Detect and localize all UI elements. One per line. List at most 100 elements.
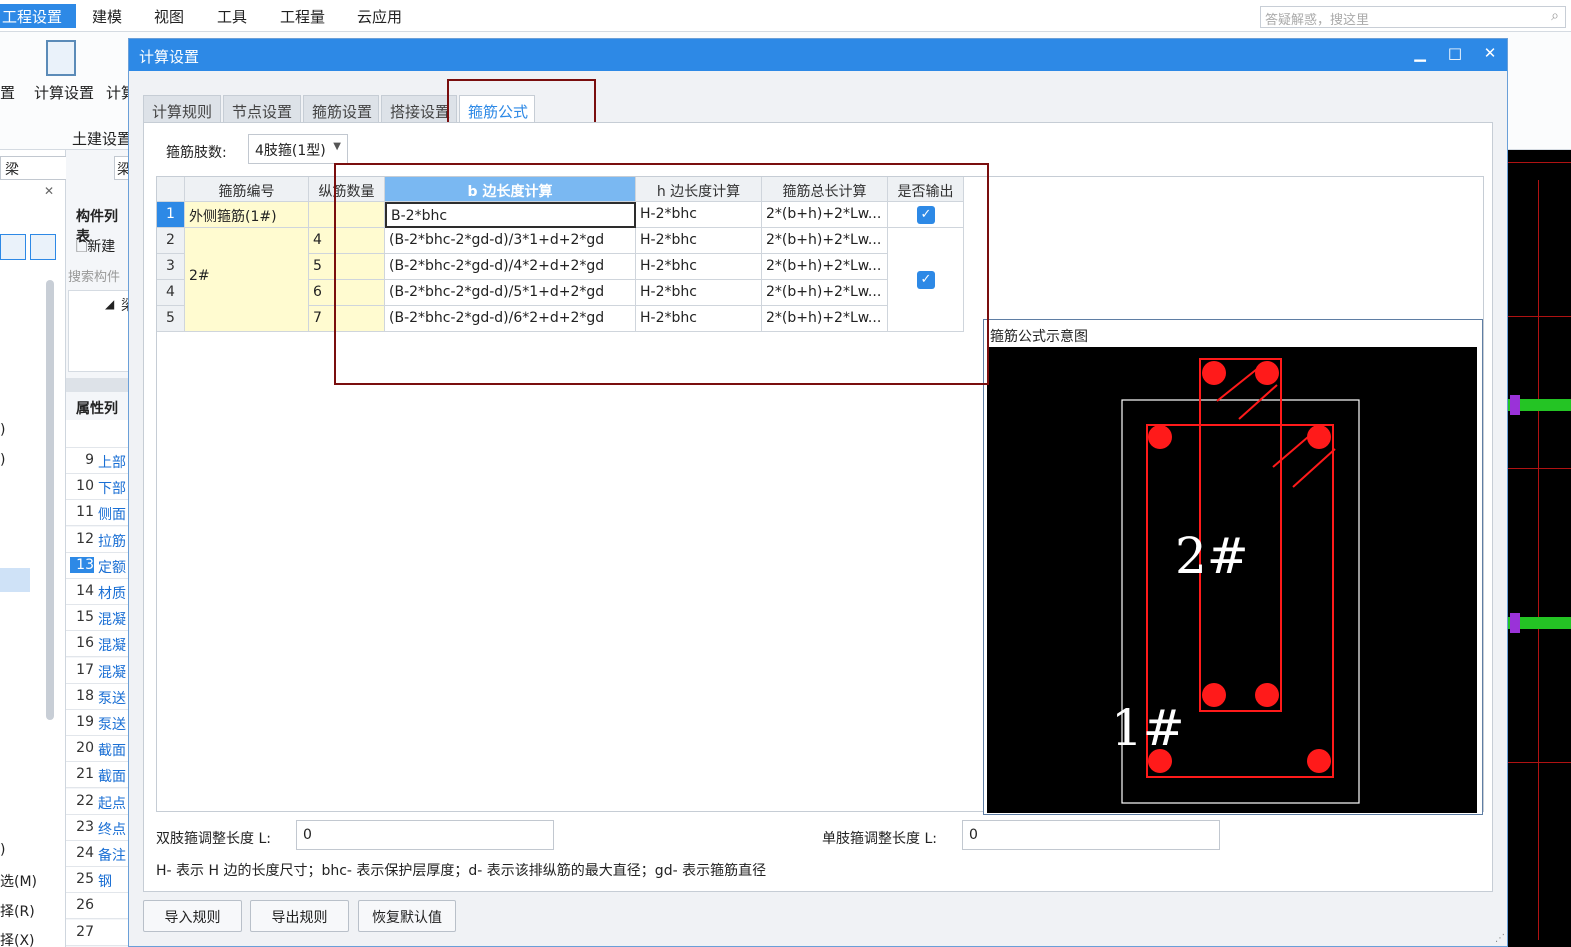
single-leg-input[interactable]: 0 bbox=[962, 820, 1220, 850]
property-row[interactable]: 18 泵送 bbox=[66, 683, 130, 710]
side-label: ) bbox=[0, 452, 6, 468]
stirrup-legs-select[interactable]: 4肢箍(1型) ▼ bbox=[248, 134, 348, 164]
property-name[interactable]: 截面 bbox=[98, 766, 126, 786]
property-name[interactable]: 混凝 bbox=[98, 635, 126, 655]
property-row[interactable]: 9 上部 bbox=[66, 448, 130, 474]
tab-stirrup-settings[interactable]: 箍筋设置 bbox=[303, 95, 379, 123]
component-search-input[interactable]: 搜索构件 bbox=[68, 266, 130, 288]
property-row[interactable]: 24 备注 bbox=[66, 841, 130, 867]
property-row[interactable]: 11 侧面 bbox=[66, 500, 130, 527]
calc-settings-icon[interactable] bbox=[46, 40, 76, 76]
property-name[interactable]: 泵送 bbox=[98, 714, 126, 734]
export-rules-button[interactable]: 导出规则 bbox=[250, 900, 349, 932]
row-number[interactable]: 3 bbox=[157, 254, 185, 280]
property-row[interactable]: 19 泵送 bbox=[66, 710, 130, 736]
stirrup-legs-value: 4肢箍(1型) bbox=[255, 143, 326, 159]
property-row-number: 21 bbox=[76, 766, 94, 783]
property-name[interactable]: 定额 bbox=[98, 557, 126, 577]
property-name[interactable]: 下部 bbox=[98, 478, 126, 498]
property-name[interactable]: 拉筋 bbox=[98, 531, 126, 551]
property-row[interactable]: 16 混凝 bbox=[66, 631, 130, 658]
property-row[interactable]: 21 截面 bbox=[66, 762, 130, 789]
card-view-icon[interactable] bbox=[30, 234, 56, 260]
menu-cloud[interactable]: 云应用 bbox=[357, 6, 402, 27]
rebar-point bbox=[1307, 749, 1331, 773]
menu-modeling[interactable]: 建模 bbox=[92, 6, 122, 27]
property-name[interactable]: 钢 bbox=[98, 871, 112, 891]
rebar-point bbox=[1307, 425, 1331, 449]
menu-view[interactable]: 视图 bbox=[154, 6, 184, 27]
stirrup-id-cell[interactable]: 2# bbox=[185, 228, 309, 332]
row-number[interactable]: 5 bbox=[157, 306, 185, 332]
dialog-titlebar[interactable]: 计算设置 ▁ □ ✕ bbox=[129, 39, 1507, 71]
splitter[interactable] bbox=[66, 378, 130, 392]
property-row[interactable]: 13 定额 bbox=[66, 552, 130, 579]
import-rules-button[interactable]: 导入规则 bbox=[143, 900, 242, 932]
maximize-icon[interactable]: □ bbox=[1444, 44, 1466, 66]
tab-lap-settings[interactable]: 搭接设置 bbox=[381, 95, 457, 123]
property-name[interactable]: 终点 bbox=[98, 819, 126, 839]
property-row[interactable]: 25 钢 bbox=[66, 867, 130, 894]
property-row[interactable]: 23 终点 bbox=[66, 814, 130, 841]
property-row[interactable]: 10 下部 bbox=[66, 474, 130, 501]
property-name[interactable]: 起点 bbox=[98, 793, 126, 813]
tab-calc-rules[interactable]: 计算规则 bbox=[143, 95, 221, 123]
property-name[interactable]: 截面 bbox=[98, 740, 126, 760]
select-x-button[interactable]: 择(X) bbox=[0, 930, 35, 947]
menu-quantity[interactable]: 工程量 bbox=[280, 6, 325, 27]
row-number[interactable]: 1 bbox=[157, 202, 185, 228]
property-row-number: 17 bbox=[76, 661, 94, 678]
restore-defaults-button[interactable]: 恢复默认值 bbox=[358, 900, 456, 932]
component-tree: ◢ 梁 bbox=[68, 290, 135, 372]
stirrup-diagram: 2# 1# bbox=[987, 347, 1477, 813]
column-marker[interactable] bbox=[1510, 395, 1520, 415]
property-row[interactable]: 20 截面 bbox=[66, 736, 130, 763]
close-icon[interactable]: ✕ bbox=[44, 184, 54, 198]
side-label: ) bbox=[0, 422, 6, 438]
property-name[interactable]: 上部 bbox=[98, 452, 126, 472]
select-m-button[interactable]: 选(M) bbox=[0, 871, 37, 891]
close-icon[interactable]: ✕ bbox=[1479, 44, 1501, 66]
column-marker[interactable] bbox=[1510, 613, 1520, 633]
property-row-number: 15 bbox=[76, 609, 94, 626]
property-row-number: 24 bbox=[76, 845, 94, 861]
search-icon[interactable]: ⌕ bbox=[1551, 8, 1559, 24]
resize-grip-icon[interactable]: ⋰ bbox=[1495, 933, 1505, 944]
property-name[interactable]: 备注 bbox=[98, 845, 126, 865]
tab-node-settings[interactable]: 节点设置 bbox=[223, 95, 301, 123]
property-row-number: 27 bbox=[76, 923, 94, 940]
property-row[interactable]: 26 bbox=[66, 893, 130, 920]
property-name[interactable]: 泵送 bbox=[98, 688, 126, 708]
gridline bbox=[1508, 316, 1571, 317]
property-row-number: 19 bbox=[76, 714, 94, 730]
property-row[interactable]: 17 混凝 bbox=[66, 657, 130, 684]
select-r-button[interactable]: 择(R) bbox=[0, 901, 35, 921]
property-name[interactable]: 侧面 bbox=[98, 504, 126, 524]
menu-project-settings[interactable]: 工程设置 bbox=[0, 4, 76, 28]
calc-settings-button[interactable]: 计算设置 bbox=[34, 82, 94, 103]
menu-tools[interactable]: 工具 bbox=[217, 6, 247, 27]
header-stirrup-id[interactable]: 箍筋编号 bbox=[185, 177, 309, 202]
property-row[interactable]: 22 起点 bbox=[66, 788, 130, 815]
search-input[interactable]: 答疑解惑，搜这里 ⌕ bbox=[1260, 6, 1566, 28]
property-name[interactable]: 混凝 bbox=[98, 662, 126, 682]
row-number[interactable]: 2 bbox=[157, 228, 185, 254]
new-component-button[interactable]: 🗋新建 bbox=[76, 236, 115, 260]
row-number[interactable]: 4 bbox=[157, 280, 185, 306]
property-name[interactable]: 材质 bbox=[98, 583, 126, 603]
property-row[interactable]: 15 混凝 bbox=[66, 605, 130, 632]
list-view-icon[interactable] bbox=[0, 234, 26, 260]
scrollbar[interactable] bbox=[46, 280, 54, 720]
double-leg-label: 双肢箍调整长度 L: bbox=[156, 831, 271, 847]
minimize-icon[interactable]: ▁ bbox=[1409, 44, 1431, 66]
property-row[interactable]: 14 材质 bbox=[66, 579, 130, 605]
drawing-canvas[interactable] bbox=[1508, 150, 1571, 947]
expand-icon[interactable]: ◢ bbox=[105, 297, 114, 311]
property-row-number: 14 bbox=[76, 583, 94, 599]
property-name[interactable]: 混凝 bbox=[98, 609, 126, 629]
property-row[interactable]: 12 拉筋 bbox=[66, 526, 130, 553]
highlight-box-table bbox=[334, 163, 989, 385]
double-leg-input[interactable]: 0 bbox=[296, 820, 554, 850]
stirrup-id-cell[interactable]: 外侧箍筋(1#) bbox=[185, 202, 309, 228]
property-row[interactable]: 27 bbox=[66, 919, 130, 946]
